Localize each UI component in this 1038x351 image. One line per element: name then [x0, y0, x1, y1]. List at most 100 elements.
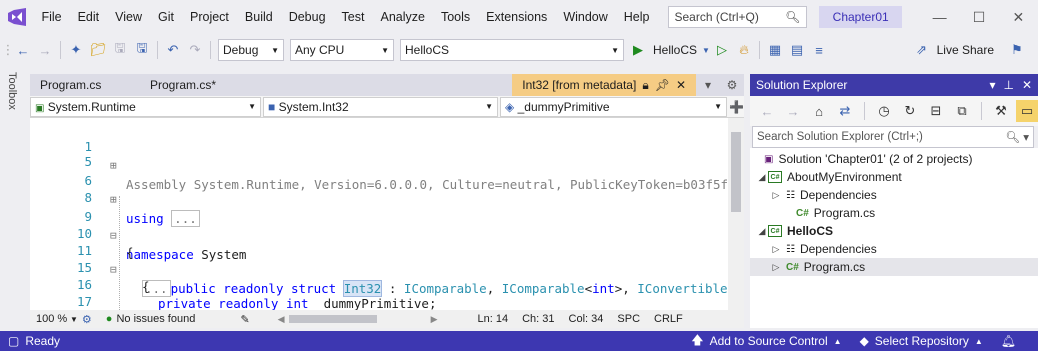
menu-debug[interactable]: Debug — [281, 0, 334, 34]
collapsed-arrow-icon[interactable]: ▷ — [770, 190, 782, 201]
pin-icon[interactable]: 📌︎ — [655, 78, 670, 92]
chevron-up-icon[interactable]: ▲ — [975, 337, 983, 346]
assembly-dropdown[interactable]: ▣ System.Runtime ▼ — [30, 96, 262, 117]
collapse-all-icon[interactable]: ⊟ — [925, 100, 947, 122]
menu-extensions[interactable]: Extensions — [478, 0, 555, 34]
save-all-icon[interactable]: 🖫︎ — [131, 39, 153, 61]
start-without-debugging-icon[interactable]: ▷ — [711, 39, 733, 61]
horizontal-scrollbar[interactable] — [288, 315, 377, 323]
forward-icon[interactable]: → — [782, 100, 804, 122]
close-tab-icon[interactable]: ✕ — [676, 78, 686, 92]
sync-icon[interactable]: ↻ — [899, 100, 921, 122]
close-icon[interactable]: ✕ — [1022, 78, 1032, 92]
menu-test[interactable]: Test — [334, 0, 373, 34]
tree-item-file[interactable]: C# Program.cs — [750, 204, 1038, 222]
window-position-icon[interactable]: ▾ — [989, 78, 995, 92]
split-editor-icon[interactable]: ➕ — [729, 100, 744, 114]
new-project-icon[interactable]: ✦ — [65, 39, 87, 61]
tab-int32-metadata[interactable]: Int32 [from metadata] 🔒︎ 📌︎ ✕ — [512, 74, 696, 96]
toolbox-tab[interactable]: Toolbox — [6, 72, 18, 110]
menu-project[interactable]: Project — [182, 0, 237, 34]
issues-status[interactable]: No issues found — [116, 313, 240, 325]
char-position[interactable]: Ch: 31 — [522, 313, 554, 325]
feedback-icon[interactable]: ⚑ — [1006, 39, 1028, 61]
start-debugging-icon[interactable]: ▶ — [627, 39, 649, 61]
zoom-level[interactable]: 100 % — [36, 313, 70, 325]
menu-help[interactable]: Help — [616, 0, 658, 34]
tab-overflow-icon[interactable]: ▾ — [696, 74, 720, 96]
run-project-label[interactable]: HelloCS — [653, 43, 697, 57]
notifications-icon[interactable]: 🔔︎ — [1001, 334, 1016, 348]
maximize-icon[interactable]: ☐ — [959, 9, 998, 26]
home-icon[interactable]: ⌂ — [808, 100, 830, 122]
scroll-left-icon[interactable]: ◀ — [278, 314, 285, 325]
tree-item-solution[interactable]: ▣ Solution 'Chapter01' (2 of 2 projects) — [750, 150, 1038, 168]
preview-icon[interactable]: ▭ — [1016, 100, 1038, 122]
properties-icon[interactable]: ⚒ — [990, 100, 1012, 122]
menu-edit[interactable]: Edit — [70, 0, 108, 34]
chevron-up-icon[interactable]: ▲ — [834, 337, 842, 346]
tree-item-project[interactable]: ◢ C# HelloCS — [750, 222, 1038, 240]
hot-reload-icon[interactable]: 🔥︎ — [733, 39, 755, 61]
output-icon[interactable]: ▢ — [8, 334, 19, 348]
show-all-files-icon[interactable]: ⧉ — [951, 100, 973, 122]
select-repository-button[interactable]: Select Repository — [875, 334, 969, 348]
save-icon[interactable]: 🖫︎ — [109, 39, 131, 61]
search-input[interactable]: Search (Ctrl+Q) 🔍︎ — [667, 6, 808, 28]
tree-item-project[interactable]: ◢ C# AboutMyEnvironment — [750, 168, 1038, 186]
brush-icon[interactable]: ✎ — [240, 313, 249, 326]
expanded-arrow-icon[interactable]: ◢ — [756, 172, 768, 183]
solution-explorer-search-input[interactable]: Search Solution Explorer (Ctrl+;) 🔍︎ ▾ — [752, 126, 1034, 148]
collapsed-arrow-icon[interactable]: ▷ — [770, 244, 782, 255]
switch-views-icon[interactable]: ⇄ — [834, 100, 856, 122]
editor-vertical-scrollbar[interactable] — [728, 118, 744, 310]
gear-icon[interactable]: ⚙ — [720, 74, 744, 96]
code-text-area[interactable]: 1 ⊞ Assembly System.Runtime, Version=6.0… — [30, 118, 728, 310]
tab-program-cs[interactable]: Program.cs — [30, 74, 140, 96]
minimize-icon[interactable]: — — [920, 9, 959, 25]
live-share-icon[interactable]: ⇗ — [911, 39, 933, 61]
forward-icon[interactable]: → — [34, 39, 56, 61]
run-dropdown-chevron-icon[interactable]: ▼ — [701, 39, 711, 61]
member-dropdown[interactable]: ◈ _dummyPrimitive ▼ — [500, 96, 728, 117]
pending-changes-icon[interactable]: ◷ — [873, 100, 895, 122]
whitespace-mode[interactable]: SPC — [617, 313, 640, 325]
line-ending[interactable]: CRLF — [654, 313, 683, 325]
back-icon[interactable]: ← — [12, 39, 34, 61]
collapsed-arrow-icon[interactable]: ▷ — [770, 262, 782, 273]
menu-window[interactable]: Window — [555, 0, 615, 34]
tree-item-file[interactable]: ▷ C# Program.cs — [750, 258, 1038, 276]
expanded-arrow-icon[interactable]: ◢ — [756, 226, 768, 237]
menu-tools[interactable]: Tools — [433, 0, 478, 34]
tree-item-dependencies[interactable]: ▷ ☷ Dependencies — [750, 186, 1038, 204]
line-position[interactable]: Ln: 14 — [478, 313, 509, 325]
open-folder-icon[interactable]: 📁︎ — [87, 39, 109, 61]
menu-analyze[interactable]: Analyze — [372, 0, 432, 34]
back-icon[interactable]: ← — [756, 100, 778, 122]
platform-dropdown[interactable]: Any CPU ▼ — [290, 39, 394, 61]
close-icon[interactable]: ✕ — [999, 9, 1038, 26]
toggle-panel-icon[interactable]: ▤ — [786, 39, 808, 61]
column-position[interactable]: Col: 34 — [569, 313, 604, 325]
browse-icon[interactable]: ▦ — [764, 39, 786, 61]
pin-icon[interactable]: ⊥ — [1003, 78, 1013, 92]
code-cleanup-icon[interactable]: ⚙ — [82, 313, 92, 326]
chevron-down-icon[interactable]: ▼ — [70, 315, 78, 324]
type-dropdown[interactable]: ■ System.Int32 ▼ — [263, 96, 499, 117]
solution-name-badge[interactable]: Chapter01 — [819, 6, 902, 28]
align-icon[interactable]: ≡ — [808, 39, 830, 61]
add-to-source-control-button[interactable]: Add to Source Control — [710, 334, 828, 348]
undo-icon[interactable]: ↶ — [162, 39, 184, 61]
configuration-dropdown[interactable]: Debug ▼ — [218, 39, 284, 61]
menu-git[interactable]: Git — [150, 0, 182, 34]
tree-item-dependencies[interactable]: ▷ ☷ Dependencies — [750, 240, 1038, 258]
startup-project-dropdown[interactable]: HelloCS ▼ — [400, 39, 624, 61]
tab-program-cs-modified[interactable]: Program.cs* — [140, 74, 250, 96]
menu-file[interactable]: File — [33, 0, 69, 34]
redo-icon[interactable]: ↷ — [184, 39, 206, 61]
scrollbar-thumb[interactable] — [731, 132, 741, 212]
menu-view[interactable]: View — [107, 0, 150, 34]
scroll-right-icon[interactable]: ▶ — [431, 314, 438, 325]
live-share-label[interactable]: Live Share — [937, 43, 994, 57]
menu-build[interactable]: Build — [237, 0, 281, 34]
